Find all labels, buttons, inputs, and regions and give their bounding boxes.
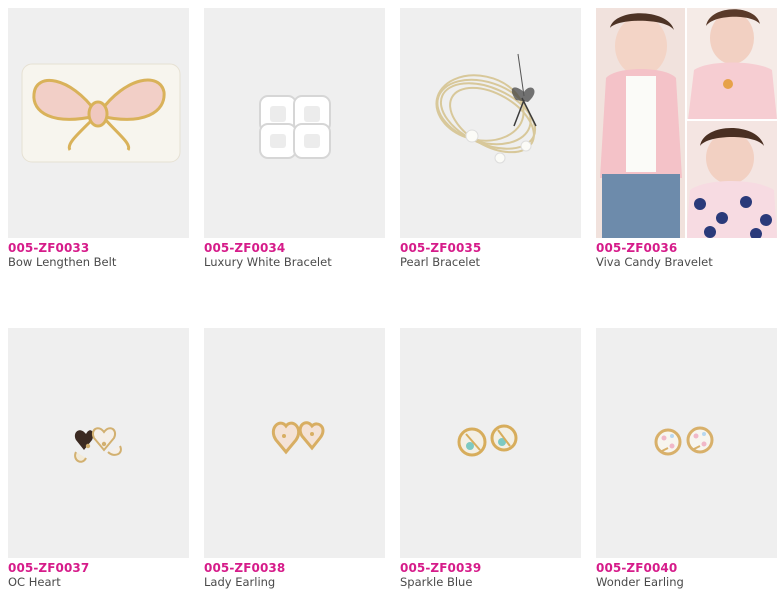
product-code[interactable]: 005-ZF0039 [400,561,582,575]
sparkle-blue-earring-icon [457,424,518,457]
product-image[interactable] [204,328,385,558]
product-name[interactable]: Viva Candy Bravelet [596,255,778,269]
lady-earring-icon [271,421,325,455]
product-name[interactable]: OC Heart [8,575,190,589]
product-name[interactable]: Bow Lengthen Belt [8,255,190,269]
model-photo-collage-icon [596,8,777,238]
product-card[interactable]: 005-ZF0040 Wonder Earling [596,328,778,589]
product-name[interactable]: Luxury White Bracelet [204,255,386,269]
product-code[interactable]: 005-ZF0033 [8,241,190,255]
pearl-bracelet-icon [435,53,537,164]
product-image[interactable] [596,328,777,558]
product-card[interactable]: 005-ZF0037 OC Heart [8,328,190,589]
product-image[interactable] [204,8,385,238]
product-code[interactable]: 005-ZF0035 [400,241,582,255]
product-grid: 005-ZF0033 Bow Lengthen Belt 005-ZF0034 … [0,0,783,596]
white-bracelet-icon [259,95,331,159]
wonder-earring-icon [654,426,714,456]
product-name[interactable]: Sparkle Blue [400,575,582,589]
product-image[interactable] [8,328,189,558]
product-name[interactable]: Lady Earling [204,575,386,589]
product-card[interactable]: 005-ZF0034 Luxury White Bracelet [204,8,386,269]
product-name[interactable]: Pearl Bracelet [400,255,582,269]
product-card[interactable]: 005-ZF0038 Lady Earling [204,328,386,589]
product-name[interactable]: Wonder Earling [596,575,778,589]
heart-earring-icon [74,427,122,463]
product-code[interactable]: 005-ZF0037 [8,561,190,575]
product-code[interactable]: 005-ZF0040 [596,561,778,575]
product-code[interactable]: 005-ZF0038 [204,561,386,575]
product-image[interactable] [596,8,777,238]
product-image[interactable] [400,8,581,238]
product-code[interactable]: 005-ZF0034 [204,241,386,255]
product-card[interactable]: 005-ZF0039 Sparkle Blue [400,328,582,589]
product-card[interactable]: 005-ZF0035 Pearl Bracelet [400,8,582,269]
bow-belt-icon [21,63,181,163]
product-card[interactable]: 005-ZF0033 Bow Lengthen Belt [8,8,190,269]
product-image[interactable] [8,8,189,238]
product-card[interactable]: 005-ZF0036 Viva Candy Bravelet [596,8,778,269]
product-image[interactable] [400,328,581,558]
product-code[interactable]: 005-ZF0036 [596,241,778,255]
